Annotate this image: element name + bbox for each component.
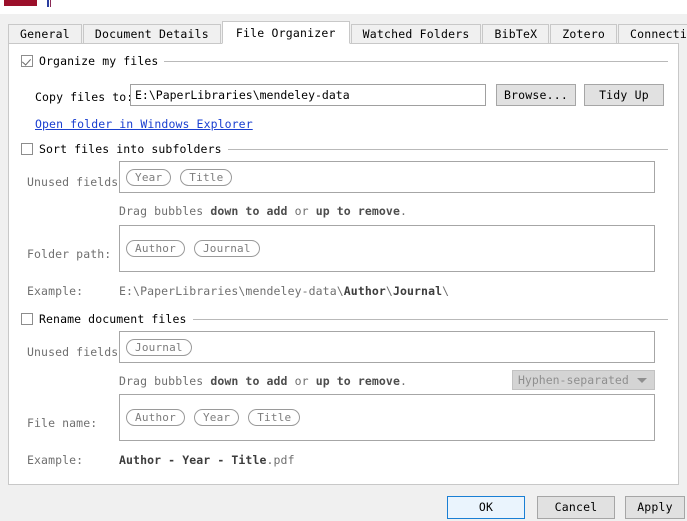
bubble-year[interactable]: Year [193, 409, 240, 426]
example-path-sep2: \ [442, 284, 450, 298]
folder-path-dropzone[interactable]: Author Journal [119, 225, 655, 272]
tab-watched-folders[interactable]: Watched Folders [350, 24, 482, 43]
organize-my-files-checkbox[interactable] [21, 55, 33, 67]
sort-drag-hint: Drag bubbles down to add or up to remove… [119, 204, 407, 218]
tab-zotero[interactable]: Zotero [550, 24, 617, 43]
dialog-footer: OK Cancel Apply [0, 487, 687, 521]
separator-style-dropdown[interactable]: Hyphen-separated [512, 370, 655, 390]
folder-path-example-value: E:\PaperLibraries\mendeley-data\Author\J… [119, 284, 449, 298]
tab-general[interactable]: General [8, 24, 82, 43]
example-path-sep1: \ [385, 284, 393, 298]
tab-connection[interactable]: Connection [617, 24, 687, 43]
sort-unused-fields-dropzone[interactable]: Year Title [119, 161, 655, 193]
window-titlebar-strip [0, 0, 687, 14]
rename-hint-bold-down: down to add [210, 374, 288, 388]
rename-document-files-label: Rename document files [39, 312, 187, 326]
rename-hint-bold-up: up to remove [315, 374, 400, 388]
titlebar-mark-icon [47, 0, 49, 7]
file-organizer-dialog: General Document Details File Organizer … [0, 0, 687, 521]
folder-path-example-label: Example: [27, 284, 84, 298]
group-divider-line [164, 60, 668, 62]
rename-document-files-checkbox[interactable] [21, 313, 33, 325]
bubble-title[interactable]: Title [180, 168, 233, 186]
sort-hint-prefix: Drag bubbles [119, 204, 211, 218]
sort-unused-fields-label: Unused fields: [27, 175, 126, 189]
file-name-example-label: Example: [27, 453, 84, 467]
ok-button[interactable]: OK [447, 496, 525, 519]
titlebar-mark-secondary-icon [50, 0, 51, 7]
settings-tab-bar: General Document Details File Organizer … [8, 21, 687, 44]
tab-file-organizer[interactable]: File Organizer [221, 21, 350, 44]
bubble-year[interactable]: Year [126, 168, 172, 186]
bubble-author[interactable]: Author [126, 240, 185, 257]
rename-unused-fields-label: Unused fields: [27, 345, 126, 359]
rename-hint-suffix: . [399, 374, 408, 388]
bubble-journal[interactable]: Journal [193, 240, 260, 257]
example-path-journal: Journal [392, 284, 443, 298]
apply-button[interactable]: Apply [625, 496, 685, 519]
example-path-author: Author [343, 284, 386, 298]
sort-hint-suffix: . [399, 204, 408, 218]
rename-files-group-header: Rename document files [21, 311, 668, 327]
browse-button[interactable]: Browse... [496, 84, 576, 106]
rename-unused-fields-dropzone[interactable]: Journal [119, 331, 655, 363]
sort-files-group-header: Sort files into subfolders [21, 141, 668, 157]
tidy-up-button[interactable]: Tidy Up [584, 84, 664, 106]
example-filename-extension: .pdf [266, 453, 295, 467]
bubble-author[interactable]: Author [126, 409, 185, 426]
rename-hint-middle: or [287, 374, 316, 388]
example-filename-fields: Author - Year - Title [119, 453, 267, 467]
bubble-journal[interactable]: Journal [126, 338, 192, 356]
tab-document-details[interactable]: Document Details [82, 24, 221, 43]
group-divider-line [227, 148, 668, 150]
sort-hint-bold-up: up to remove [315, 204, 400, 218]
rename-hint-prefix: Drag bubbles [119, 374, 211, 388]
file-name-dropzone[interactable]: Author Year Title [119, 394, 655, 441]
open-folder-in-explorer-link[interactable]: Open folder in Windows Explorer [35, 117, 253, 131]
group-divider-line [192, 318, 668, 320]
sort-hint-middle: or [287, 204, 316, 218]
copy-files-to-input[interactable]: E:\PaperLibraries\mendeley-data [130, 84, 486, 106]
tab-bibtex[interactable]: BibTeX [482, 24, 550, 43]
copy-files-to-label: Copy files to: [35, 90, 134, 104]
file-name-label: File name: [27, 416, 98, 430]
example-path-prefix: E:\PaperLibraries\mendeley-data\ [119, 284, 344, 298]
app-logo-icon [4, 0, 37, 6]
sort-files-into-subfolders-label: Sort files into subfolders [39, 142, 222, 156]
separator-style-value: Hyphen-separated [518, 373, 629, 387]
sort-files-into-subfolders-checkbox[interactable] [21, 143, 33, 155]
organize-my-files-group-header: Organize my files [21, 53, 668, 69]
bubble-title[interactable]: Title [248, 409, 301, 426]
cancel-button[interactable]: Cancel [537, 496, 615, 519]
folder-path-label: Folder path: [27, 247, 112, 261]
sort-hint-bold-down: down to add [210, 204, 288, 218]
chevron-down-icon [637, 378, 647, 383]
file-name-example-value: Author - Year - Title.pdf [119, 453, 295, 467]
organize-my-files-label: Organize my files [39, 54, 159, 68]
rename-drag-hint: Drag bubbles down to add or up to remove… [119, 374, 407, 388]
file-organizer-panel: Organize my files Copy files to: E:\Pape… [8, 43, 679, 485]
